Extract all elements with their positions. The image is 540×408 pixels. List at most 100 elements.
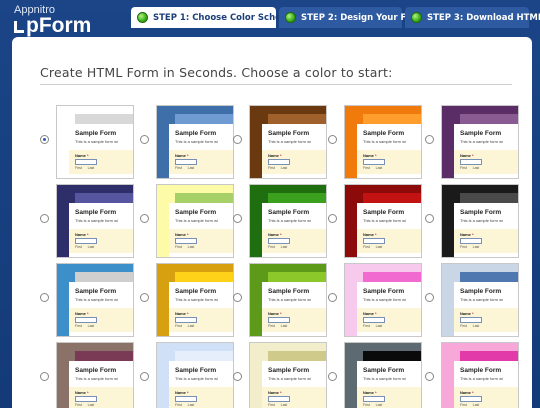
thumbnail-field-label-text: Name: [363, 311, 374, 316]
thumbnail-top-bar: [268, 193, 326, 203]
thumbnail-form-field: Name * First Last: [262, 229, 326, 253]
color-scheme-option[interactable]: Sample Form This is a sample form wi Name …: [425, 184, 538, 264]
color-scheme-radio[interactable]: [40, 372, 49, 381]
tab-step-1-label: STEP 1: Choose Color Scheme: [153, 12, 296, 23]
color-scheme-thumbnail[interactable]: Sample Form This is a sample form wi Name …: [156, 342, 234, 408]
thumbnail-top-bar: [460, 193, 518, 203]
color-scheme-option[interactable]: Sample Form This is a sample form wi Name …: [425, 263, 538, 343]
color-scheme-radio[interactable]: [328, 135, 337, 144]
thumbnail-field-label-text: Name: [363, 390, 374, 395]
thumbnail-form-description: This is a sample form wi: [175, 376, 218, 381]
color-scheme-radio[interactable]: [425, 293, 434, 302]
tab-step-2[interactable]: STEP 2: Design Your Form: [279, 7, 425, 28]
thumbnail-form-title: Sample Form: [268, 209, 310, 216]
color-scheme-radio[interactable]: [40, 135, 49, 144]
thumbnail-form: Sample Form This is a sample form wi Name …: [454, 282, 518, 336]
color-scheme-thumbnail[interactable]: Sample Form This is a sample form wi Name …: [344, 342, 422, 408]
tab-step-1[interactable]: STEP 1: Choose Color Scheme: [131, 7, 296, 28]
color-scheme-radio[interactable]: [425, 214, 434, 223]
thumbnail-sub-last: Last: [187, 403, 195, 407]
color-scheme-radio[interactable]: [425, 135, 434, 144]
color-scheme-thumbnail[interactable]: Sample Form This is a sample form wi Name …: [156, 184, 234, 258]
color-scheme-thumbnail[interactable]: Sample Form This is a sample form wi Name …: [441, 184, 519, 258]
thumbnail-field-label: Name *: [363, 311, 377, 316]
color-scheme-radio[interactable]: [40, 293, 49, 302]
required-mark: *: [187, 311, 189, 316]
thumbnail-form-field: Name * First Last: [169, 150, 233, 174]
required-mark: *: [87, 390, 89, 395]
color-scheme-thumbnail[interactable]: Sample Form This is a sample form wi Name …: [344, 263, 422, 337]
thumbnail-sub-first: First: [175, 166, 182, 170]
color-scheme-radio[interactable]: [140, 214, 149, 223]
color-scheme-thumbnail[interactable]: Sample Form This is a sample form wi Name …: [249, 105, 327, 179]
color-scheme-thumbnail[interactable]: Sample Form This is a sample form wi Name …: [249, 184, 327, 258]
color-scheme-radio[interactable]: [328, 214, 337, 223]
required-mark: *: [375, 232, 377, 237]
color-scheme-thumbnail[interactable]: Sample Form This is a sample form wi Name …: [344, 105, 422, 179]
color-scheme-radio[interactable]: [233, 372, 242, 381]
thumbnail-form-field: Name * First Last: [69, 229, 133, 253]
thumbnail-sub-first: First: [75, 403, 82, 407]
color-scheme-radio[interactable]: [328, 293, 337, 302]
color-scheme-thumbnail[interactable]: Sample Form This is a sample form wi Name …: [344, 184, 422, 258]
thumbnail-top-bar: [175, 272, 233, 282]
color-scheme-radio[interactable]: [425, 372, 434, 381]
thumbnail-field-label: Name *: [268, 311, 282, 316]
color-scheme-option[interactable]: Sample Form This is a sample form wi Name …: [425, 105, 538, 185]
color-scheme-thumbnail[interactable]: Sample Form This is a sample form wi Name …: [249, 342, 327, 408]
thumbnail-sub-last: Last: [375, 403, 383, 407]
thumbnail-sub-last: Last: [87, 403, 95, 407]
color-scheme-option[interactable]: Sample Form This is a sample form wi Name …: [425, 342, 538, 408]
thumbnail-form-description: This is a sample form wi: [75, 218, 118, 223]
color-scheme-radio[interactable]: [328, 372, 337, 381]
color-scheme-thumbnail[interactable]: Sample Form This is a sample form wi Name …: [441, 342, 519, 408]
thumbnail-form-title: Sample Form: [75, 288, 117, 295]
color-scheme-thumbnail[interactable]: Sample Form This is a sample form wi Name …: [56, 105, 134, 179]
color-scheme-thumbnail[interactable]: Sample Form This is a sample form wi Name …: [441, 105, 519, 179]
color-scheme-radio[interactable]: [140, 293, 149, 302]
color-scheme-thumbnail[interactable]: Sample Form This is a sample form wi Name …: [56, 184, 134, 258]
thumbnail-sublabels: First Last: [175, 324, 194, 328]
thumbnail-form-field: Name * First Last: [69, 150, 133, 174]
thumbnail-form-title: Sample Form: [175, 209, 217, 216]
thumbnail-field-label: Name *: [268, 153, 282, 158]
thumbnail-form-title: Sample Form: [363, 288, 405, 295]
color-scheme-radio[interactable]: [40, 214, 49, 223]
thumbnail-name-input: [268, 396, 290, 402]
color-scheme-option[interactable]: Sample Form This is a sample form wi Name …: [40, 105, 153, 185]
thumbnail-top-bar: [460, 272, 518, 282]
color-scheme-radio[interactable]: [233, 214, 242, 223]
color-scheme-thumbnail[interactable]: Sample Form This is a sample form wi Name …: [56, 342, 134, 408]
thumbnail-sub-first: First: [363, 324, 370, 328]
color-scheme-option[interactable]: Sample Form This is a sample form wi Name …: [40, 342, 153, 408]
color-scheme-radio[interactable]: [233, 293, 242, 302]
thumbnail-sub-last: Last: [375, 324, 383, 328]
color-scheme-thumbnail[interactable]: Sample Form This is a sample form wi Name …: [249, 263, 327, 337]
thumbnail-sub-last: Last: [472, 324, 480, 328]
thumbnail-sub-last: Last: [280, 245, 288, 249]
thumbnail-form: Sample Form This is a sample form wi Name …: [262, 203, 326, 257]
color-scheme-option[interactable]: Sample Form This is a sample form wi Name …: [40, 184, 153, 264]
color-scheme-thumbnail[interactable]: Sample Form This is a sample form wi Name …: [441, 263, 519, 337]
color-scheme-thumbnail[interactable]: Sample Form This is a sample form wi Name …: [156, 105, 234, 179]
color-scheme-radio[interactable]: [140, 135, 149, 144]
tab-step-3[interactable]: STEP 3: Download HTML: [405, 7, 540, 28]
tab-step-3-label: STEP 3: Download HTML: [427, 12, 540, 23]
thumbnail-sub-first: First: [75, 324, 82, 328]
thumbnail-top-bar: [363, 193, 421, 203]
color-scheme-option[interactable]: Sample Form This is a sample form wi Name …: [40, 263, 153, 343]
thumbnail-form: Sample Form This is a sample form wi Name …: [357, 124, 421, 178]
thumbnail-top-bar: [268, 272, 326, 282]
color-scheme-thumbnail[interactable]: Sample Form This is a sample form wi Name …: [156, 263, 234, 337]
color-scheme-thumbnail[interactable]: Sample Form This is a sample form wi Name …: [56, 263, 134, 337]
thumbnail-form-description: This is a sample form wi: [175, 218, 218, 223]
thumbnail-form-description: This is a sample form wi: [363, 139, 406, 144]
thumbnail-sub-first: First: [363, 245, 370, 249]
thumbnail-field-label: Name *: [75, 232, 89, 237]
color-scheme-radio[interactable]: [140, 372, 149, 381]
thumbnail-top-bar: [363, 114, 421, 124]
color-scheme-radio[interactable]: [233, 135, 242, 144]
required-mark: *: [472, 232, 474, 237]
thumbnail-sublabels: First Last: [75, 403, 94, 407]
thumbnail-form-description: This is a sample form wi: [175, 139, 218, 144]
